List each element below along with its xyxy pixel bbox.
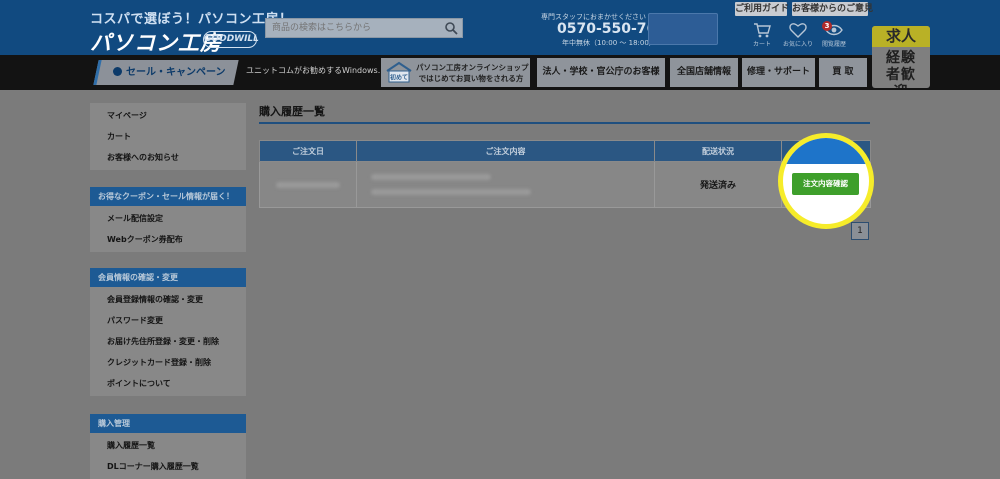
sidebar-purchase-list: 購入履歴一覧 DLコーナー購入履歴一覧 [90,433,246,479]
sidebar-item-cart[interactable]: カート [90,126,246,147]
history-link[interactable]: 3 閲覧履歴 [819,21,849,52]
title-divider [259,122,870,124]
first-time-line1: パソコン工房オンラインショップ [416,63,529,72]
history-label: 閲覧履歴 [821,41,846,48]
first-time-badge: 初めて [390,74,408,82]
sidebar-account-list: マイページ カート お客様へのお知らせ [90,103,246,170]
sidebar-item-credit-card[interactable]: クレジットカード登録・削除 [90,352,246,373]
sidebar-purchase: 購入管理 購入履歴一覧 DLコーナー購入履歴一覧 [90,414,246,479]
contact-hours: 年中無休（10:00 〜 18:00） [562,39,656,47]
redacted-order-detail [371,189,531,195]
sidebar-coupon-title: お得なクーポン・セール情報が届く！ [90,187,246,206]
first-time-icon: 初めて [386,61,412,83]
site-logo[interactable]: パソコン工房 [90,27,222,57]
sidebar-member: 会員情報の確認・変更 会員登録情報の確認・変更 パスワード変更 お届け先住所登録… [90,268,246,396]
highlight-ring: 注文内容確認 [778,133,874,229]
nav-stores[interactable]: 全国店舗情報 [670,58,738,87]
sidebar-member-list: 会員登録情報の確認・変更 パスワード変更 お届け先住所登録・変更・削除 クレジッ… [90,287,246,396]
first-time-text: パソコン工房オンラインショップ ではじめてお買い物をされる方 [416,62,529,84]
header-tagline: コスパで選ぼう！パソコン工房！ [90,12,293,27]
nav-corporate[interactable]: 法人・学校・官公庁のお客様 [537,58,665,87]
sidebar-item-mail-settings[interactable]: メール配信設定 [90,208,246,229]
cart-icon [754,23,771,38]
sidebar-coupon-list: メール配信設定 Webクーポン券配布 [90,206,246,252]
search-box [265,18,463,38]
recruit-body: 経験者歓迎 [872,47,930,88]
order-detail-confirm-button[interactable]: 注文内容確認 [792,173,859,195]
recruit-title: 求人 [872,26,930,47]
table-header-row: ご注文日 ご注文内容 配送状況 [259,140,871,162]
redacted-order-date [276,181,340,188]
header-banner[interactable] [648,13,718,45]
sale-campaign-button[interactable]: セール・キャンペーン [93,60,239,85]
search-icon[interactable] [444,21,458,35]
nav-buyback[interactable]: 買 取 [819,58,867,87]
sidebar-member-title: 会員情報の確認・変更 [90,268,246,287]
sidebar-item-dl-history[interactable]: DLコーナー購入履歴一覧 [90,456,246,477]
sidebar-item-mypage[interactable]: マイページ [90,105,246,126]
sidebar-item-points[interactable]: ポイントについて [90,373,246,394]
sale-dot-icon [113,67,122,76]
order-date-cell [259,161,357,208]
column-order-date: ご注文日 [259,140,357,162]
order-content-cell [356,161,655,208]
guide-link[interactable]: ご利用ガイド [735,2,789,16]
column-order-content: ご注文内容 [356,140,655,162]
heart-icon [789,23,807,38]
sidebar-purchase-title: 購入管理 [90,414,246,433]
shipping-status: 発送済み [699,181,736,191]
page-title: 購入履歴一覧 [259,105,325,118]
recruit-body-text: 経験者歓迎 [886,50,916,88]
favorites-link[interactable]: お気に入り [783,22,813,52]
first-time-shopping-link[interactable]: 初めて パソコン工房オンラインショップ ではじめてお買い物をされる方 [381,58,530,87]
sidebar-item-purchase-history[interactable]: 購入履歴一覧 [90,435,246,456]
recruit-banner[interactable]: 求人 経験者歓迎 [872,26,930,88]
sidebar-account: マイページ カート お客様へのお知らせ [90,103,246,170]
column-shipping-status: 配送状況 [654,140,782,162]
sidebar-item-password[interactable]: パスワード変更 [90,310,246,331]
history-count-badge: 3 [822,21,832,31]
first-time-line2: ではじめてお買い物をされる方 [418,74,524,83]
sidebar-item-web-coupon[interactable]: Webクーポン券配布 [90,229,246,250]
sidebar-item-addresses[interactable]: お届け先住所登録・変更・削除 [90,331,246,352]
nav-repair-support[interactable]: 修理・サポート [742,58,815,87]
sidebar-item-notices[interactable]: お客様へのお知らせ [90,147,246,168]
pagination-page[interactable]: 1 [851,222,869,240]
favorites-label: お気に入り [783,41,814,48]
redacted-order-number[interactable] [371,174,491,180]
cart-label: カート [752,41,771,48]
highlight-header-band [783,138,869,164]
search-input[interactable] [266,19,440,37]
sale-label: セール・キャンペーン [126,67,226,78]
sidebar-item-member-info[interactable]: 会員登録情報の確認・変更 [90,289,246,310]
goodwill-badge[interactable]: GOODWILL [203,31,259,48]
windows-recommend-text: ユニットコムがお勧めするWindows. [246,66,381,75]
shipping-status-cell: 発送済み [654,161,782,208]
customer-voice-link[interactable]: お客様からのご意見 [792,2,873,16]
sidebar-coupon: お得なクーポン・セール情報が届く！ メール配信設定 Webクーポン券配布 [90,187,246,252]
cart-link[interactable]: カート [747,22,777,52]
